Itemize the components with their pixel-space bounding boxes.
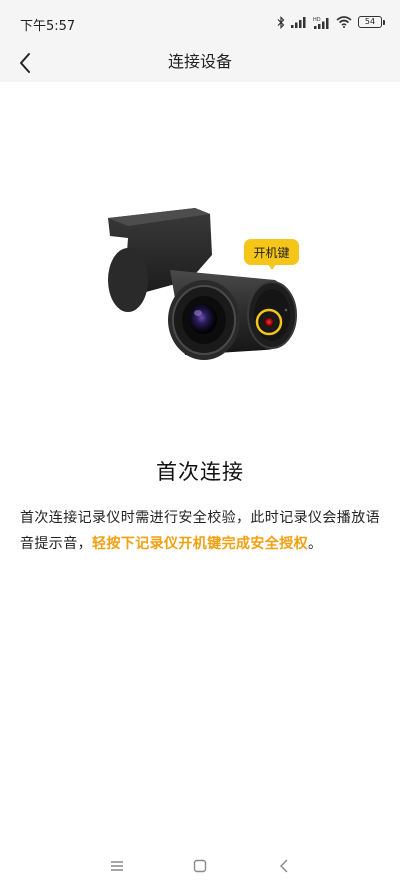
- dashcam-image: [108, 208, 297, 360]
- nav-bar: 连接设备: [0, 44, 400, 82]
- instruction-text: 首次连接记录仪时需进行安全校验，此时记录仪会播放语音提示音，轻按下记录仪开机键完…: [20, 505, 380, 557]
- signal-icon: [291, 16, 307, 28]
- instruction-text-highlight: 轻按下记录仪开机键完成安全授权: [92, 536, 308, 552]
- status-time: 下午5:57: [20, 19, 76, 34]
- bluetooth-icon: [277, 15, 285, 29]
- status-bar: 下午5:57 HD 54: [0, 0, 400, 44]
- menu-icon: [111, 861, 123, 871]
- back-icon: [280, 859, 288, 873]
- hd-signal-icon: HD: [313, 16, 330, 29]
- menu-button[interactable]: [105, 856, 129, 876]
- instruction-text-end: 。: [308, 536, 323, 552]
- battery-level: 54: [364, 17, 376, 26]
- wifi-icon: [336, 16, 352, 28]
- home-icon: [193, 859, 207, 873]
- status-icons: HD 54: [277, 13, 385, 31]
- section-title: 首次连接: [156, 460, 244, 484]
- home-button[interactable]: [188, 856, 212, 876]
- svg-text:HD: HD: [313, 17, 321, 23]
- power-key-label: 开机键: [244, 239, 299, 270]
- page-title: 连接设备: [167, 52, 232, 71]
- battery-icon: 54: [358, 16, 385, 28]
- system-nav-bar: [0, 844, 400, 888]
- system-back-button[interactable]: [272, 856, 296, 876]
